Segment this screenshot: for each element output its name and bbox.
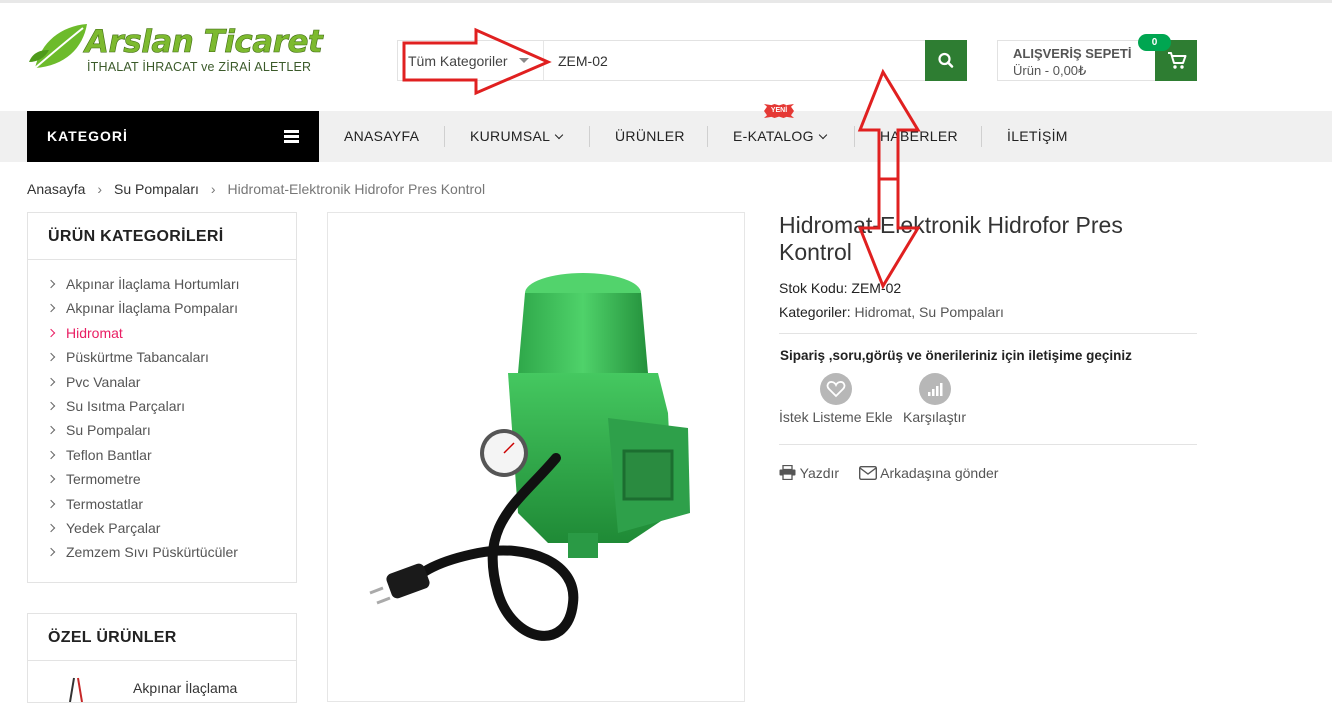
send-friend-label: Arkadaşına gönder — [880, 465, 999, 481]
categories-links[interactable]: Hidromat, Su Pompaları — [854, 304, 1003, 320]
nav-item-urunler[interactable]: ÜRÜNLER — [615, 128, 685, 144]
hamburger-icon — [284, 130, 299, 143]
panel-title: ÜRÜN KATEGORİLERİ — [28, 213, 296, 260]
category-menu-label: KATEGORİ — [47, 128, 128, 144]
category-item[interactable]: Zemzem Sıvı Püskürtücüler — [48, 544, 296, 568]
breadcrumb-separator-icon: › — [97, 181, 103, 197]
category-item[interactable]: Yedek Parçalar — [48, 520, 296, 544]
breadcrumb: Anasayfa › Su Pompaları › Hidromat-Elektroni… — [27, 181, 485, 197]
signal-bars-icon — [928, 383, 943, 396]
category-item[interactable]: Su Pompaları — [48, 422, 296, 446]
nav-divider — [589, 126, 590, 147]
compare-label[interactable]: Karşılaştır — [903, 409, 966, 425]
stock-code-value: ZEM-02 — [851, 280, 902, 296]
search-icon — [938, 52, 954, 68]
panel-title: ÖZEL ÜRÜNLER — [28, 614, 296, 661]
chevron-down-icon — [818, 130, 828, 140]
top-border — [0, 0, 1332, 3]
caret-down-icon — [519, 58, 529, 63]
search-button[interactable] — [925, 40, 967, 81]
nav-item-label: E-KATALOG — [733, 128, 814, 144]
category-item[interactable]: Akpınar İlaçlama Pompaları — [48, 300, 296, 324]
category-select[interactable]: Tüm Kategoriler — [398, 41, 544, 80]
breadcrumb-link-category[interactable]: Su Pompaları — [114, 181, 199, 197]
nav-item-haberler[interactable]: HABERLER — [880, 128, 958, 144]
breadcrumb-current: Hidromat-Elektronik Hidrofor Pres Kontro… — [227, 181, 486, 197]
divider — [779, 333, 1197, 334]
nav-divider — [444, 126, 445, 147]
category-select-label: Tüm Kategoriler — [408, 53, 508, 69]
main-nav: KATEGORİ ANASAYFA KURUMSAL ÜRÜNLER E-KAT… — [0, 111, 1332, 162]
leaf-logo-icon — [29, 24, 87, 69]
envelope-icon — [858, 465, 878, 481]
categories-label: Kategoriler: — [779, 304, 851, 320]
category-item[interactable]: Püskürtme Tabancaları — [48, 349, 296, 373]
chevron-down-icon — [554, 130, 564, 140]
categories-row: Kategoriler: Hidromat, Su Pompaları — [779, 304, 1004, 320]
category-item[interactable]: Su Isıtma Parçaları — [48, 398, 296, 422]
search-bar: Tüm Kategoriler — [397, 40, 967, 81]
product-categories-panel: ÜRÜN KATEGORİLERİ Akpınar İlaçlama Hortu… — [27, 212, 297, 583]
cart-title: ALIŞVERİŞ SEPETİ — [1013, 46, 1132, 61]
category-menu-button[interactable]: KATEGORİ — [27, 111, 319, 162]
wishlist-button[interactable] — [820, 373, 852, 405]
nav-item-label: KURUMSAL — [470, 128, 551, 144]
heart-icon — [826, 381, 846, 398]
stock-code-row: Stok Kodu: ZEM-02 — [779, 280, 901, 296]
cart-widget[interactable]: ALIŞVERİŞ SEPETİ Ürün - 0,00₺ 0 — [997, 34, 1197, 81]
nav-item-kurumsal[interactable]: KURUMSAL — [470, 128, 564, 144]
print-link[interactable]: Yazdır — [779, 464, 840, 481]
pressure-controller-image — [369, 273, 690, 641]
nav-divider — [981, 126, 982, 147]
wishlist-label[interactable]: İstek Listeme Ekle — [779, 409, 893, 425]
stock-code-label: Stok Kodu: — [779, 280, 848, 296]
search-input[interactable] — [558, 53, 918, 69]
category-item[interactable]: Akpınar İlaçlama Hortumları — [48, 276, 296, 300]
nav-item-iletisim[interactable]: İLETİŞİM — [1007, 128, 1068, 144]
contact-notice: Sipariş ,soru,görüş ve önerileriniz için… — [780, 348, 1132, 363]
product-title: Hidromat-Elektronik Hidrofor Pres Kontro… — [779, 212, 1123, 265]
product-image[interactable] — [327, 212, 745, 702]
compare-button[interactable] — [919, 373, 951, 405]
logo-subtitle: İTHALAT İHRACAT ve ZİRAİ ALETLER — [87, 60, 312, 74]
category-list: Akpınar İlaçlama Hortumları Akpınar İlaç… — [28, 260, 296, 569]
nav-item-anasayfa[interactable]: ANASAYFA — [344, 128, 419, 144]
category-item[interactable]: Termometre — [48, 471, 296, 495]
print-label: Yazdır — [799, 465, 840, 481]
special-products-panel: ÖZEL ÜRÜNLER Akpınar İlaçlama — [27, 613, 297, 703]
site-logo[interactable]: Arslan Ticaret İTHALAT İHRACAT ve ZİRAİ … — [27, 22, 323, 77]
category-item[interactable]: Pvc Vanalar — [48, 374, 296, 398]
category-item[interactable]: Termostatlar — [48, 496, 296, 520]
nav-item-ekatalog[interactable]: E-KATALOG — [733, 128, 828, 144]
product-thumbnail[interactable] — [58, 672, 98, 702]
send-friend-link[interactable]: Arkadaşına gönder — [858, 465, 999, 481]
breadcrumb-link-home[interactable]: Anasayfa — [27, 181, 85, 197]
category-item[interactable]: Teflon Bantlar — [48, 447, 296, 471]
divider — [779, 444, 1197, 445]
breadcrumb-separator-icon: › — [210, 181, 216, 197]
new-badge: YENİ — [764, 104, 794, 118]
cart-count-badge: 0 — [1138, 34, 1171, 51]
cart-summary: Ürün - 0,00₺ — [1013, 63, 1087, 78]
logo-title: Arslan Ticaret — [85, 24, 323, 61]
category-item-active[interactable]: Hidromat — [48, 325, 296, 349]
nav-divider — [854, 126, 855, 147]
special-product-name[interactable]: Akpınar İlaçlama — [133, 680, 237, 696]
print-icon — [779, 464, 796, 481]
nav-divider — [707, 126, 708, 147]
